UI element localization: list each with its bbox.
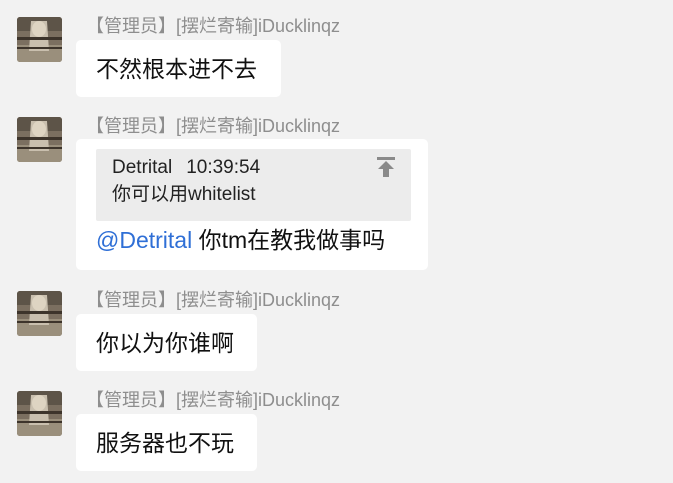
reply-text-line: @Detrital 你tm在教我做事吗 bbox=[96, 225, 385, 255]
message-bubble[interactable]: 不然根本进不去 bbox=[76, 40, 281, 97]
message-text: 你tm在教我做事吗 bbox=[192, 227, 386, 253]
sender-name[interactable]: 【管理员】[摆烂寄输]iDucklinqz bbox=[86, 115, 340, 137]
sender-name[interactable]: 【管理员】[摆烂寄输]iDucklinqz bbox=[86, 289, 340, 311]
message-text: 不然根本进不去 bbox=[96, 56, 257, 82]
jump-to-top-icon[interactable] bbox=[375, 155, 397, 177]
avatar[interactable] bbox=[17, 391, 62, 436]
quote-time: 10:39:54 bbox=[186, 157, 261, 178]
quote-header: Detrital 10:39:54 bbox=[112, 155, 260, 181]
avatar-image bbox=[17, 391, 62, 436]
avatar-image bbox=[17, 291, 62, 336]
quote-author: Detrital bbox=[112, 157, 173, 178]
message-bubble[interactable]: 你以为你谁啊 bbox=[76, 314, 257, 371]
quote-text: 你可以用whitelist bbox=[112, 184, 256, 205]
message-text: 服务器也不玩 bbox=[96, 430, 234, 456]
message-bubble[interactable]: 服务器也不玩 bbox=[76, 414, 257, 471]
message-text: 你以为你谁啊 bbox=[96, 330, 234, 356]
avatar-image bbox=[17, 17, 62, 62]
sender-name[interactable]: 【管理员】[摆烂寄输]iDucklinqz bbox=[86, 389, 340, 411]
avatar-image bbox=[17, 117, 62, 162]
avatar[interactable] bbox=[17, 291, 62, 336]
message-bubble[interactable]: Detrital 10:39:54 你可以用whitelist @Detrital… bbox=[76, 139, 428, 270]
sender-name[interactable]: 【管理员】[摆烂寄输]iDucklinqz bbox=[86, 15, 340, 37]
avatar[interactable] bbox=[17, 17, 62, 62]
avatar[interactable] bbox=[17, 117, 62, 162]
mention-link[interactable]: @Detrital bbox=[96, 227, 192, 253]
quoted-message[interactable]: Detrital 10:39:54 你可以用whitelist bbox=[96, 149, 411, 221]
